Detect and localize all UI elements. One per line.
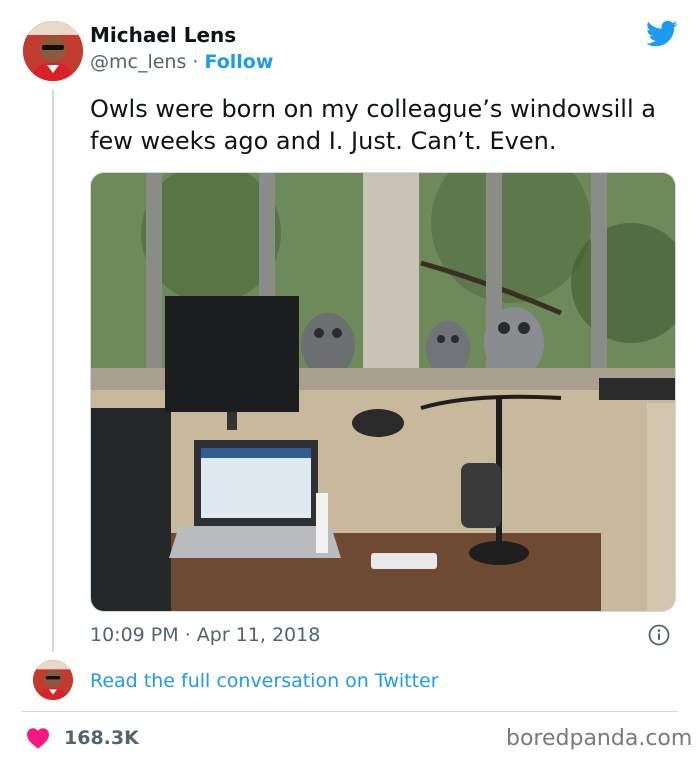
info-icon[interactable] [648,624,670,646]
tweet-date: Apr 11, 2018 [196,624,321,646]
tweet-text: Owls were born on my colleague’s windows… [90,95,656,155]
tweet-timestamp[interactable]: 10:09 PM · Apr 11, 2018 [90,624,320,646]
author-avatar[interactable] [23,21,83,81]
divider [22,711,678,712]
tweet-photo[interactable] [90,172,676,612]
like-count[interactable]: 168.3K [64,727,139,749]
author-name[interactable]: Michael Lens [90,23,236,47]
read-conversation-link[interactable]: Read the full conversation on Twitter [90,670,439,692]
watermark: boredpanda.com [506,726,693,751]
meta-separator: · [192,51,199,73]
author-handle[interactable]: @mc_lens [90,51,186,73]
heart-icon[interactable] [26,727,50,749]
author-meta: @mc_lens · Follow [90,51,273,73]
timestamp-separator: · [184,624,191,646]
author-avatar-small[interactable] [33,660,73,700]
tweet-time: 10:09 PM [90,624,179,646]
twitter-bird-icon[interactable] [646,20,678,48]
follow-button[interactable]: Follow [205,51,274,73]
thread-line [52,90,54,652]
